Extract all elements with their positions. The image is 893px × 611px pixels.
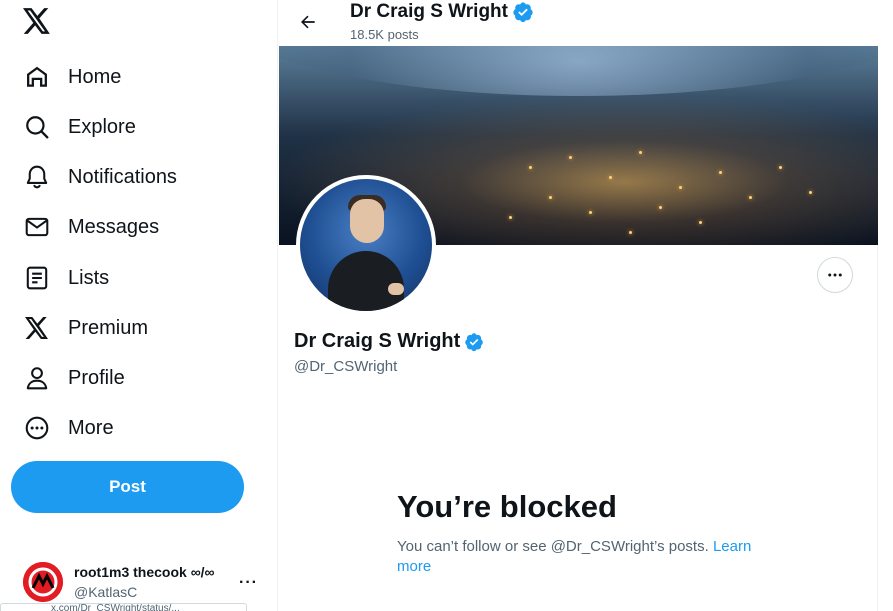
profile-avatar[interactable]: [296, 175, 436, 315]
post-button[interactable]: Post: [11, 461, 244, 513]
account-handle: @KatlasC: [74, 584, 138, 600]
x-logo-icon[interactable]: [20, 4, 54, 38]
account-name: root1m3 thecook ∞/∞: [74, 564, 215, 580]
nav-messages[interactable]: Messages: [14, 205, 169, 249]
nav-label-premium: Premium: [68, 316, 149, 339]
nav-home[interactable]: Home: [14, 55, 131, 99]
nav-label-notifications: Notifications: [68, 165, 177, 188]
nav-profile[interactable]: Profile: [14, 356, 135, 400]
blocked-message-text: You can’t follow or see @Dr_CSWright’s p…: [397, 538, 713, 555]
profile-more-button[interactable]: [817, 257, 853, 293]
profile-column: Dr Craig S Wright 18.5K posts Dr Craig S…: [279, 0, 878, 611]
app-root: Home Explore Notifications Messages List: [0, 0, 893, 611]
account-switcher[interactable]: root1m3 thecook ∞/∞ @KatlasC ···: [12, 556, 268, 608]
more-horizontal-icon[interactable]: ···: [239, 574, 258, 592]
mail-icon: [24, 214, 50, 240]
nav-label-messages: Messages: [68, 215, 160, 238]
nav-lists[interactable]: Lists: [14, 256, 119, 300]
list-icon: [24, 265, 50, 291]
x-logo-icon: [24, 315, 50, 341]
profile-display-name: Dr Craig S Wright: [294, 330, 461, 352]
nav-explore[interactable]: Explore: [14, 105, 146, 149]
link-tooltip: x.com/Dr_CSWright/status/...: [0, 603, 247, 611]
more-horizontal-icon: [828, 273, 842, 277]
verified-badge-icon[interactable]: [464, 332, 484, 352]
profile-name: Dr Craig S Wright: [294, 330, 484, 353]
blocked-message: You can’t follow or see @Dr_CSWright’s p…: [397, 537, 767, 577]
post-count: 18.5K posts: [350, 27, 419, 42]
header-name: Dr Craig S Wright: [350, 1, 508, 22]
profile-handle: @Dr_CSWright: [294, 358, 398, 375]
nav-label-lists: Lists: [68, 266, 110, 289]
header-title: Dr Craig S Wright: [350, 1, 534, 23]
nav-label-explore: Explore: [68, 115, 136, 138]
left-sidebar: Home Explore Notifications Messages List: [0, 0, 278, 611]
nav-more[interactable]: More: [14, 406, 124, 450]
nav-label-profile: Profile: [68, 366, 125, 389]
avatar: [23, 562, 63, 602]
nav-notifications[interactable]: Notifications: [14, 155, 187, 199]
more-circle-icon: [24, 415, 50, 441]
arrow-left-icon: [301, 15, 315, 29]
search-icon: [24, 114, 50, 140]
blocked-title: You’re blocked: [397, 489, 617, 524]
bell-icon: [24, 164, 50, 190]
nav-premium[interactable]: Premium: [14, 306, 158, 350]
verified-badge-icon: [512, 1, 534, 23]
back-button[interactable]: [291, 5, 325, 39]
person-icon: [24, 365, 50, 391]
nav-label-more: More: [68, 416, 114, 439]
profile-header-bar: Dr Craig S Wright 18.5K posts: [279, 0, 878, 46]
nav-label-home: Home: [68, 65, 122, 88]
home-icon: [24, 64, 50, 90]
